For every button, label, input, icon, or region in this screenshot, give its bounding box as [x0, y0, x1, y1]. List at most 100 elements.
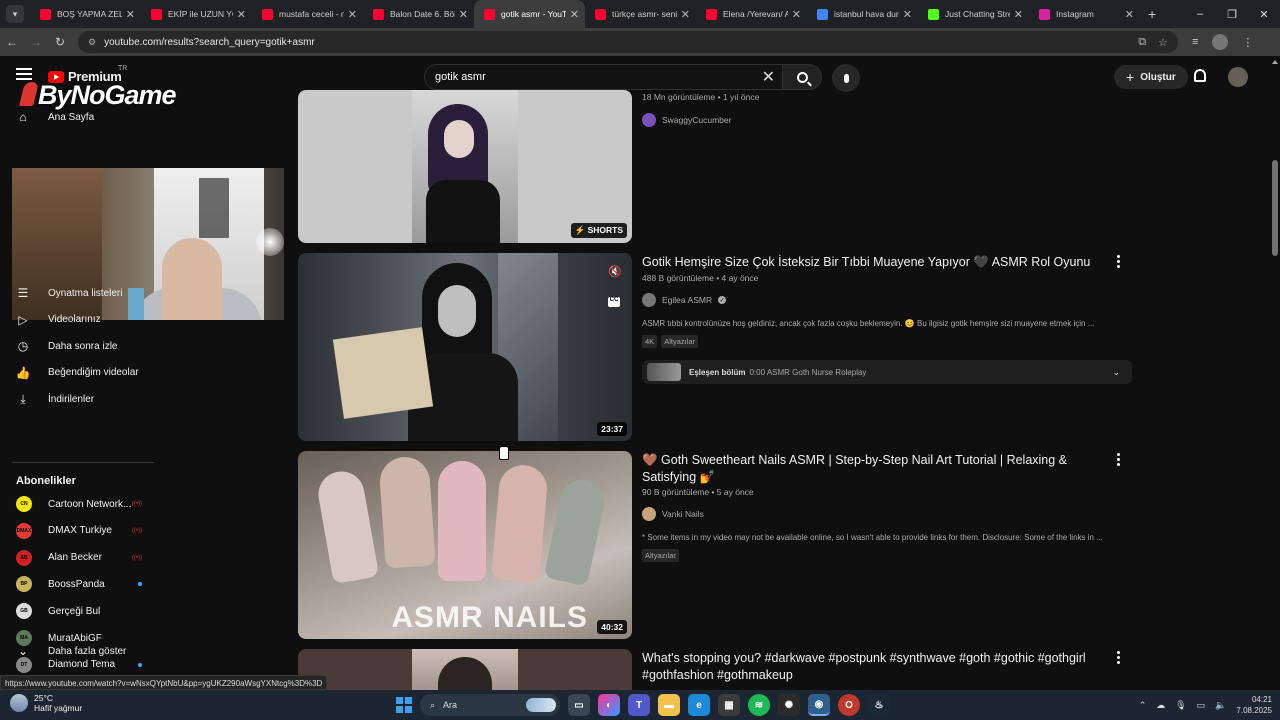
voice-search-button[interactable] [832, 64, 860, 92]
file-explorer-icon[interactable]: ▬ [658, 694, 680, 716]
media-controls-icon[interactable]: ≡ [1192, 36, 1198, 48]
video-thumbnail[interactable]: ASMR NAILS 40:32 [298, 451, 632, 639]
sidebar-item[interactable]: ⤓ İndirilenler [16, 392, 94, 406]
forward-button[interactable]: → [24, 35, 48, 49]
sidebar-item[interactable]: ▷ Videolarınız [16, 313, 100, 327]
start-button[interactable] [396, 697, 412, 713]
reload-button[interactable]: ↻ [48, 35, 72, 49]
channel-link[interactable]: SwaggyCucumber [642, 113, 731, 127]
search-input[interactable] [435, 71, 762, 83]
subscription-item[interactable]: DT Diamond Tema [16, 656, 142, 673]
network-icon[interactable]: ▭ [1197, 700, 1206, 711]
close-window-button[interactable]: ✕ [1248, 8, 1280, 21]
weather-widget[interactable]: 25°C Hafif yağmur [10, 693, 82, 713]
channel-link[interactable]: Egilea ASMR ✓ [642, 293, 727, 307]
notifications-bell-icon[interactable] [1194, 69, 1206, 82]
tray-chevron-icon[interactable]: ⌃ [1139, 700, 1147, 711]
matching-chapter[interactable]: Eşleşen bölüm 0:00 ASMR Goth Nurse Rolep… [642, 360, 1132, 384]
tab-close-icon[interactable]: ✕ [126, 8, 135, 21]
tab-close-icon[interactable]: ✕ [792, 8, 801, 21]
steam-icon[interactable]: ♨ [868, 694, 890, 716]
tab-search-button[interactable]: ▾ [6, 5, 24, 23]
video-chips: Altyazılar [642, 549, 679, 562]
sidebar-item[interactable]: 👍 Beğendiğim videolar [16, 366, 139, 380]
page-scrollbar[interactable] [1270, 56, 1280, 690]
store-icon[interactable]: ▦ [718, 694, 740, 716]
video-thumbnail[interactable]: 🔇 CC 23:37 [298, 253, 632, 441]
install-app-icon[interactable]: ⧉ [1138, 36, 1146, 49]
tab-close-icon[interactable]: ✕ [348, 8, 357, 21]
maximize-button[interactable]: ❐ [1216, 8, 1248, 21]
sidebar-item[interactable]: ◷ Daha sonra izle [16, 339, 118, 353]
taskbar-search[interactable]: ⌕ Ara [420, 694, 560, 716]
site-info-icon[interactable]: ⚙ [88, 37, 96, 48]
video-thumbnail[interactable]: ⚡ SHORTS [298, 90, 632, 243]
chevron-down-icon[interactable]: ⌄ [1112, 367, 1120, 378]
muted-icon[interactable]: 🔇 [608, 265, 622, 278]
sidebar-item-home[interactable]: ⌂ Ana Sayfa [16, 110, 94, 124]
chatgpt-icon[interactable]: ✺ [778, 694, 800, 716]
channel-link[interactable]: Vanki Nails [642, 507, 704, 521]
url-field[interactable]: ⚙ youtube.com/results?search_query=gotik… [78, 31, 1178, 53]
captions-icon[interactable]: CC [608, 297, 620, 307]
back-button[interactable]: ← [0, 35, 24, 49]
browser-tab[interactable]: BOŞ YAPMA ZELDA ✕ [30, 0, 141, 28]
minimize-button[interactable]: – [1184, 8, 1216, 20]
browser-tab[interactable]: EKİP ile UZUN YOL ✕ [141, 0, 252, 28]
tab-favicon-icon [151, 8, 162, 20]
search-button[interactable] [782, 64, 822, 90]
bookmark-star-icon[interactable]: ☆ [1158, 36, 1168, 49]
create-button[interactable]: + Oluştur [1114, 65, 1188, 89]
tab-close-icon[interactable]: ✕ [681, 8, 690, 21]
sidebar-item[interactable]: ☰ Oynatma listeleri [16, 286, 123, 300]
browser-menu-icon[interactable]: ⋮ [1242, 36, 1253, 49]
search-results: ⚡ SHORTS 18 Mn görüntüleme • 1 yıl önce … [298, 90, 1148, 709]
chrome-icon[interactable]: ◉ [808, 694, 830, 716]
browser-tab[interactable]: türkçe asmr- seni ✕ [585, 0, 696, 28]
volume-icon[interactable]: 🔈 [1215, 700, 1226, 711]
subscription-item[interactable]: CN Cartoon Network... ((•)) [16, 496, 142, 512]
microphone-icon[interactable]: 🎙 [1175, 700, 1186, 711]
subscription-item[interactable]: AB Alan Becker ((•)) [16, 549, 142, 566]
teams-icon[interactable]: T [628, 694, 650, 716]
browser-tab[interactable]: Elena /Yerevan/ A ✕ [696, 0, 807, 28]
tab-close-icon[interactable]: ✕ [903, 8, 912, 21]
account-avatar[interactable] [1228, 67, 1248, 87]
browser-tab[interactable]: istanbul hava dur ✕ [807, 0, 918, 28]
clear-search-icon[interactable]: ✕ [762, 67, 775, 87]
video-title[interactable]: What's stopping you? #darkwave #postpunk… [642, 650, 1102, 684]
spotify-icon[interactable]: ≋ [748, 694, 770, 716]
browser-tab[interactable]: gotik asmr - YouT ✕ [474, 0, 585, 28]
edge-icon[interactable]: e [688, 694, 710, 716]
browser-tab[interactable]: Balon Date 6. Böl ✕ [363, 0, 474, 28]
clock[interactable]: 04:21 7.08.2025 [1236, 694, 1272, 716]
more-actions-icon[interactable] [1116, 651, 1120, 664]
more-actions-icon[interactable] [1116, 453, 1120, 466]
subscription-item[interactable]: DMAX DMAX Turkiye ((•)) [16, 522, 142, 539]
video-title[interactable]: Gotik Hemşire Size Çok İsteksiz Bir Tıbb… [642, 254, 1102, 271]
show-more-button[interactable]: ⌄ Daha fazla göster [16, 644, 126, 658]
more-actions-icon[interactable] [1116, 255, 1120, 268]
channel-avatar: AB [16, 549, 32, 566]
video-title[interactable]: 🤎 Goth Sweetheart Nails ASMR | Step-by-S… [642, 452, 1102, 486]
browser-tab[interactable]: mustafa ceceli - n ✕ [252, 0, 363, 28]
subscription-name: Diamond Tema [48, 659, 116, 671]
new-tab-button[interactable]: + [1148, 6, 1156, 22]
opera-gx-icon[interactable]: O [838, 694, 860, 716]
subscription-item[interactable]: BP BoossPanda [16, 576, 142, 593]
menu-icon[interactable] [16, 68, 32, 80]
browser-tab[interactable]: Instagram ✕ [1029, 0, 1140, 28]
copilot-icon[interactable]: ◐ [598, 694, 620, 716]
onedrive-icon[interactable]: ☁ [1156, 700, 1165, 711]
subscription-item[interactable]: GB Gerçeği Bul [16, 603, 142, 620]
profile-avatar[interactable] [1212, 34, 1229, 50]
tab-close-icon[interactable]: ✕ [237, 8, 246, 21]
browser-tab[interactable]: Just Chatting Stre ✕ [918, 0, 1029, 28]
task-view-icon[interactable]: ▭ [568, 694, 590, 716]
tab-close-icon[interactable]: ✕ [1125, 8, 1134, 21]
scroll-up-arrow-icon[interactable] [1272, 60, 1278, 64]
scrollbar-thumb[interactable] [1272, 160, 1278, 256]
tab-close-icon[interactable]: ✕ [459, 8, 468, 21]
tab-close-icon[interactable]: ✕ [1014, 8, 1023, 21]
tab-close-icon[interactable]: ✕ [570, 8, 579, 21]
